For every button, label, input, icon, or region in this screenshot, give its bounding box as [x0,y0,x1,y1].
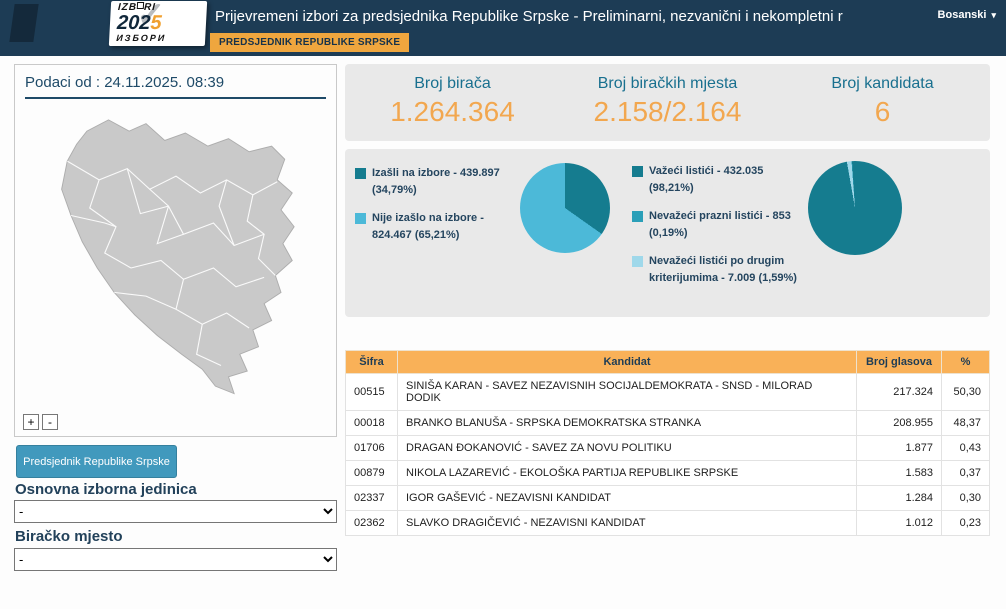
legend-text: Nevažeći listići po drugim kriterijumima… [649,253,800,287]
candidate-code: 01706 [346,436,398,461]
logo-accent-shape [9,4,38,42]
table-row: 02337 IGOR GAŠEVIĆ - NEZAVISNI KANDIDAT … [346,486,990,511]
candidate-name: DRAGAN ĐOKANOVIĆ - SAVEZ ZA NOVU POLITIK… [398,436,857,461]
legend-item-vazeci: Važeći listići - 432.035 (98,21%) [632,163,800,197]
language-select[interactable]: Bosanski ▾ [938,9,996,21]
candidate-code: 00879 [346,461,398,486]
candidate-name: SLAVKO DRAGIČEVIĆ - NEZAVISNI KANDIDAT [398,511,857,536]
stat-candidates-label: Broj kandidata [775,75,990,93]
stat-polling-stations-value: 2.158/2.164 [560,96,775,128]
candidate-pct: 0,37 [942,461,990,486]
bih-map-svg [26,103,326,403]
charts-panel: Izašli na izbore - 439.897 (34,79%) Nije… [345,149,990,317]
stat-polling-stations: Broj biračkih mjesta 2.158/2.164 [560,64,775,141]
candidate-pct: 0,23 [942,511,990,536]
predsjednik-republike-srpske-button[interactable]: Predsjednik Republike Srpske [16,445,177,478]
legend-text: Nevažeći prazni listići - 853 (0,19%) [649,208,800,242]
summary-stats: Broj birača 1.264.364 Broj biračkih mjes… [345,64,990,141]
candidate-code: 00018 [346,411,398,436]
legend-swatch-dark-teal [632,166,643,177]
stat-polling-stations-label: Broj biračkih mjesta [560,75,775,93]
constituency-select[interactable]: - [14,500,337,523]
candidate-code: 00515 [346,374,398,411]
table-row: 01706 DRAGAN ĐOKANOVIĆ - SAVEZ ZA NOVU P… [346,436,990,461]
candidate-pct: 50,30 [942,374,990,411]
legend-text: Nije izašlo na izbore - 824.467 (65,21%) [372,210,520,244]
candidate-votes: 1.012 [857,511,942,536]
candidate-votes: 1.284 [857,486,942,511]
logo-line-year: 2025 [117,13,200,33]
candidate-pct: 48,37 [942,411,990,436]
table-row: 00515 SINIŠA KARAN - SAVEZ NEZAVISNIH SO… [346,374,990,411]
table-row: 00879 NIKOLA LAZAREVIĆ - EKOLOŠKA PARTIJ… [346,461,990,486]
page-title: Prijevremeni izbori za predsjednika Repu… [215,8,915,25]
legend-item-izasli: Izašli na izbore - 439.897 (34,79%) [355,165,520,199]
results-table: Šifra Kandidat Broj glasova % 00515 SINI… [345,350,990,536]
turnout-pie-chart [520,163,610,253]
legend-item-nevazeci-drugi: Nevažeći listići po drugim kriterijumima… [632,253,800,287]
candidate-votes: 1.583 [857,461,942,486]
polling-station-select[interactable]: - [14,548,337,571]
ballots-legend: Važeći listići - 432.035 (98,21%) Nevaže… [632,163,800,298]
izbori-2025-logo: ✓ IZBRI 2025 ИЗБОРИ [109,1,207,46]
table-header-row: Šifra Kandidat Broj glasova % [346,351,990,374]
candidate-name: NIKOLA LAZAREVIĆ - EKOLOŠKA PARTIJA REPU… [398,461,857,486]
legend-text: Važeći listići - 432.035 (98,21%) [649,163,800,197]
results-table-wrap: Šifra Kandidat Broj glasova % 00515 SINI… [345,350,990,536]
candidate-votes: 217.324 [857,374,942,411]
turnout-legend: Izašli na izbore - 439.897 (34,79%) Nije… [355,165,520,255]
app-header: ✓ IZBRI 2025 ИЗБОРИ Prijevremeni izbori … [0,0,1006,56]
col-kandidat: Kandidat [398,351,857,374]
candidate-name: SINIŠA KARAN - SAVEZ NEZAVISNIH SOCIJALD… [398,374,857,411]
candidate-name: IGOR GAŠEVIĆ - NEZAVISNI KANDIDAT [398,486,857,511]
candidate-name: BRANKO BLANUŠA - SRPSKA DEMOKRATSKA STRA… [398,411,857,436]
logo-line-cyrillic: ИЗБОРИ [116,33,199,43]
legend-swatch-dark-teal [355,168,366,179]
legend-item-nije-izaslo: Nije izašlo na izbore - 824.467 (65,21%) [355,210,520,244]
col-sifra: Šifra [346,351,398,374]
legend-text: Izašli na izbore - 439.897 (34,79%) [372,165,520,199]
candidate-code: 02362 [346,511,398,536]
candidate-code: 02337 [346,486,398,511]
candidate-pct: 0,30 [942,486,990,511]
table-row: 00018 BRANKO BLANUŠA - SRPSKA DEMOKRATSK… [346,411,990,436]
tab-predsjednik-republike-srpske[interactable]: PREDSJEDNIK REPUBLIKE SRPSKE [210,33,409,52]
legend-item-nevazeci-prazni: Nevažeći prazni listići - 853 (0,19%) [632,208,800,242]
stat-voters: Broj birača 1.264.364 [345,64,560,141]
table-row: 02362 SLAVKO DRAGIČEVIĆ - NEZAVISNI KAND… [346,511,990,536]
legend-swatch-medium-teal [632,211,643,222]
stat-candidates-value: 6 [775,96,990,128]
legend-swatch-pale-blue [632,256,643,267]
candidate-pct: 0,43 [942,436,990,461]
data-timestamp: Podaci od : 24.11.2025. 08:39 [25,74,326,99]
candidate-votes: 208.955 [857,411,942,436]
zoom-out-button[interactable]: - [42,414,58,430]
chevron-down-icon: ▾ [991,10,996,21]
col-pct: % [942,351,990,374]
map-panel: Podaci od : 24.11.2025. 08:39 [14,64,337,437]
map-zoom-controls: + - [23,414,58,430]
legend-swatch-light-blue [355,213,366,224]
col-broj-glasova: Broj glasova [857,351,942,374]
stat-candidates: Broj kandidata 6 [775,64,990,141]
constituency-label: Osnovna izborna jedinica [15,481,197,498]
polling-station-label: Biračko mjesto [15,528,123,545]
ballots-pie-chart [808,161,902,255]
stat-voters-label: Broj birača [345,75,560,93]
candidate-votes: 1.877 [857,436,942,461]
bih-map[interactable] [15,103,336,408]
language-label: Bosanski [938,9,987,21]
stat-voters-value: 1.264.364 [345,96,560,128]
zoom-in-button[interactable]: + [23,414,39,430]
